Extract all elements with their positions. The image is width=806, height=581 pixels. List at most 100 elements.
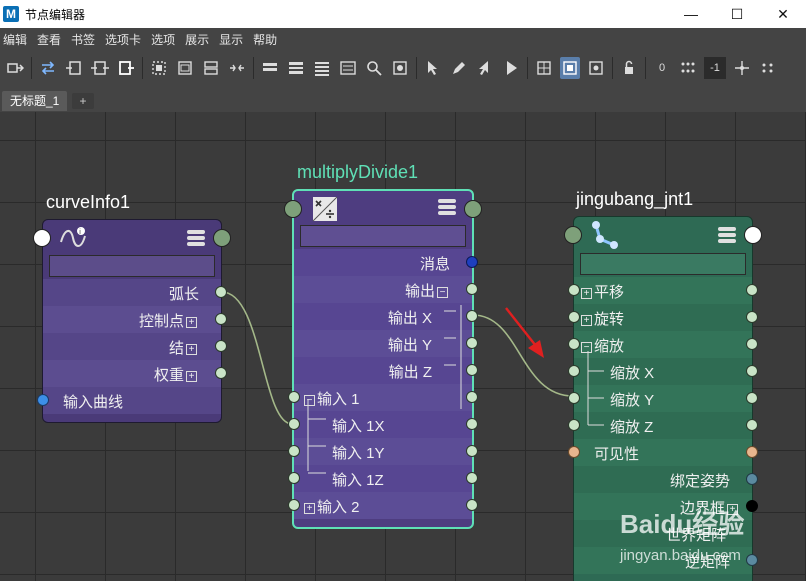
scale-x-input-plug[interactable] [568, 365, 580, 377]
connected-mode-icon[interactable] [286, 57, 306, 79]
multiplydivide-search-field[interactable] [300, 225, 466, 247]
bind-pose-output-plug[interactable] [746, 473, 758, 485]
input-connections-icon[interactable] [64, 57, 84, 79]
arc-length-output-plug[interactable] [215, 286, 227, 298]
select-downstream-icon[interactable] [501, 57, 521, 79]
tab-untitled-1[interactable]: 无标题_1 [2, 91, 68, 111]
scale-y-input-plug[interactable] [568, 392, 580, 404]
multiplydivide-output-plug[interactable] [464, 200, 482, 218]
graph-input-output-icon[interactable] [5, 57, 25, 79]
scale-y-output-plug[interactable] [746, 392, 758, 404]
simple-mode-icon[interactable] [260, 57, 280, 79]
edit-pen-icon[interactable] [449, 57, 469, 79]
weights-output-plug[interactable] [215, 367, 227, 379]
scale-z-input-plug[interactable] [568, 419, 580, 431]
curveinfo-node[interactable]: i 弧长 控制点 + 结 + 权重 + 输入曲线 [33, 219, 231, 423]
multiplydivide-menu-icon[interactable] [438, 199, 456, 215]
visibility-input-plug[interactable] [568, 446, 580, 458]
value-field[interactable]: -1 [704, 57, 726, 79]
swap-arrows-icon[interactable] [38, 57, 58, 79]
add-node-icon[interactable] [423, 57, 443, 79]
menu-tabs[interactable]: 选项卡 [100, 28, 146, 52]
input1z-output-plug[interactable] [466, 472, 478, 484]
snap-grid-icon[interactable] [560, 57, 580, 79]
expand-icon[interactable]: + [304, 503, 315, 514]
output-connections-icon[interactable] [116, 57, 136, 79]
joint-node[interactable]: + 平移 + 旋转 − 缩放 缩放 X 缩放 Y 缩放 Z 可见性 绑定姿势 边… [564, 216, 762, 581]
collapse-icon[interactable]: − [304, 395, 315, 406]
move-arrows-icon[interactable] [732, 57, 752, 79]
menu-show[interactable]: 显示 [214, 28, 248, 52]
expand-icon[interactable]: + [581, 288, 592, 299]
menu-display[interactable]: 展示 [180, 28, 214, 52]
joint-input-plug[interactable] [564, 226, 582, 244]
grid-view-icon[interactable] [586, 57, 606, 79]
input1y-input-plug[interactable] [288, 445, 300, 457]
collapse-icon[interactable]: − [437, 287, 448, 298]
control-points-output-plug[interactable] [215, 313, 227, 325]
dots-grid-icon[interactable] [678, 57, 698, 79]
input2-output-plug[interactable] [466, 499, 478, 511]
menu-view[interactable]: 查看 [32, 28, 66, 52]
maximize-button[interactable]: ☐ [714, 0, 760, 28]
output-x-output-plug[interactable] [466, 310, 478, 322]
collapse-icon[interactable]: − [581, 342, 592, 353]
minimize-button[interactable]: — [668, 0, 714, 28]
menu-help[interactable]: 帮助 [248, 28, 282, 52]
expand-icon[interactable]: + [186, 371, 197, 382]
grid-toggle-icon[interactable] [534, 57, 554, 79]
joint-output-plug[interactable] [744, 226, 762, 244]
add-tab-button[interactable]: + [72, 93, 94, 109]
inverse-matrix-output-plug[interactable] [746, 554, 758, 566]
full-mode-icon[interactable] [312, 57, 332, 79]
joint-menu-icon[interactable] [718, 227, 736, 243]
input1-input-plug[interactable] [288, 391, 300, 403]
input2-input-plug[interactable] [288, 499, 300, 511]
input1z-input-plug[interactable] [288, 472, 300, 484]
expand-icon[interactable]: + [581, 315, 592, 326]
close-button[interactable]: ✕ [760, 0, 806, 28]
input1y-output-plug[interactable] [466, 445, 478, 457]
input1x-output-plug[interactable] [466, 418, 478, 430]
scale-output-plug[interactable] [746, 338, 758, 350]
rotate-output-plug[interactable] [746, 311, 758, 323]
expand-icon[interactable]: + [727, 504, 738, 515]
frame-selected-icon[interactable] [175, 57, 195, 79]
frame-all-icon[interactable] [149, 57, 169, 79]
in-out-connections-icon[interactable] [90, 57, 110, 79]
output-y-output-plug[interactable] [466, 337, 478, 349]
menu-edit[interactable]: 编辑 [0, 28, 32, 52]
curveinfo-search-field[interactable] [49, 255, 215, 277]
curveinfo-output-plug[interactable] [213, 229, 231, 247]
multiplydivide-node[interactable]: 消息 输出 − 输出 X 输出 Y 输出 Z − 输入 1 输入 1X 输入 1… [284, 189, 482, 529]
translate-output-plug[interactable] [746, 284, 758, 296]
scale-z-output-plug[interactable] [746, 419, 758, 431]
curveinfo-menu-icon[interactable] [187, 230, 205, 246]
joint-search-field[interactable] [580, 253, 746, 275]
menu-bookmarks[interactable]: 书签 [66, 28, 100, 52]
input1-output-plug[interactable] [466, 391, 478, 403]
expand-icon[interactable]: + [186, 317, 197, 328]
snapshot-icon[interactable] [390, 57, 410, 79]
search-icon[interactable] [364, 57, 384, 79]
input1x-input-plug[interactable] [288, 418, 300, 430]
output-z-output-plug[interactable] [466, 364, 478, 376]
bounding-box-output-plug[interactable] [746, 500, 758, 512]
message-output-plug[interactable] [466, 256, 478, 268]
knots-output-plug[interactable] [215, 340, 227, 352]
output-output-plug[interactable] [466, 283, 478, 295]
opacity-zero-icon[interactable]: 0 [652, 57, 672, 79]
layout-icon[interactable] [201, 57, 221, 79]
menu-options[interactable]: 选项 [146, 28, 180, 52]
expand-icon[interactable]: + [186, 344, 197, 355]
pin-arrows-icon[interactable] [227, 57, 247, 79]
multiplydivide-input-plug[interactable] [284, 200, 302, 218]
input-curve-input-plug[interactable] [37, 394, 49, 406]
visibility-output-plug[interactable] [746, 446, 758, 458]
curveinfo-input-plug[interactable] [33, 229, 51, 247]
scale-x-output-plug[interactable] [746, 365, 758, 377]
node-graph-canvas[interactable]: curveInfo1 i 弧长 控制点 + 结 + 权重 + 输入曲线 mult… [0, 112, 806, 581]
custom-mode-icon[interactable] [338, 57, 358, 79]
more-dots-icon[interactable] [758, 57, 778, 79]
select-upstream-icon[interactable] [475, 57, 495, 79]
